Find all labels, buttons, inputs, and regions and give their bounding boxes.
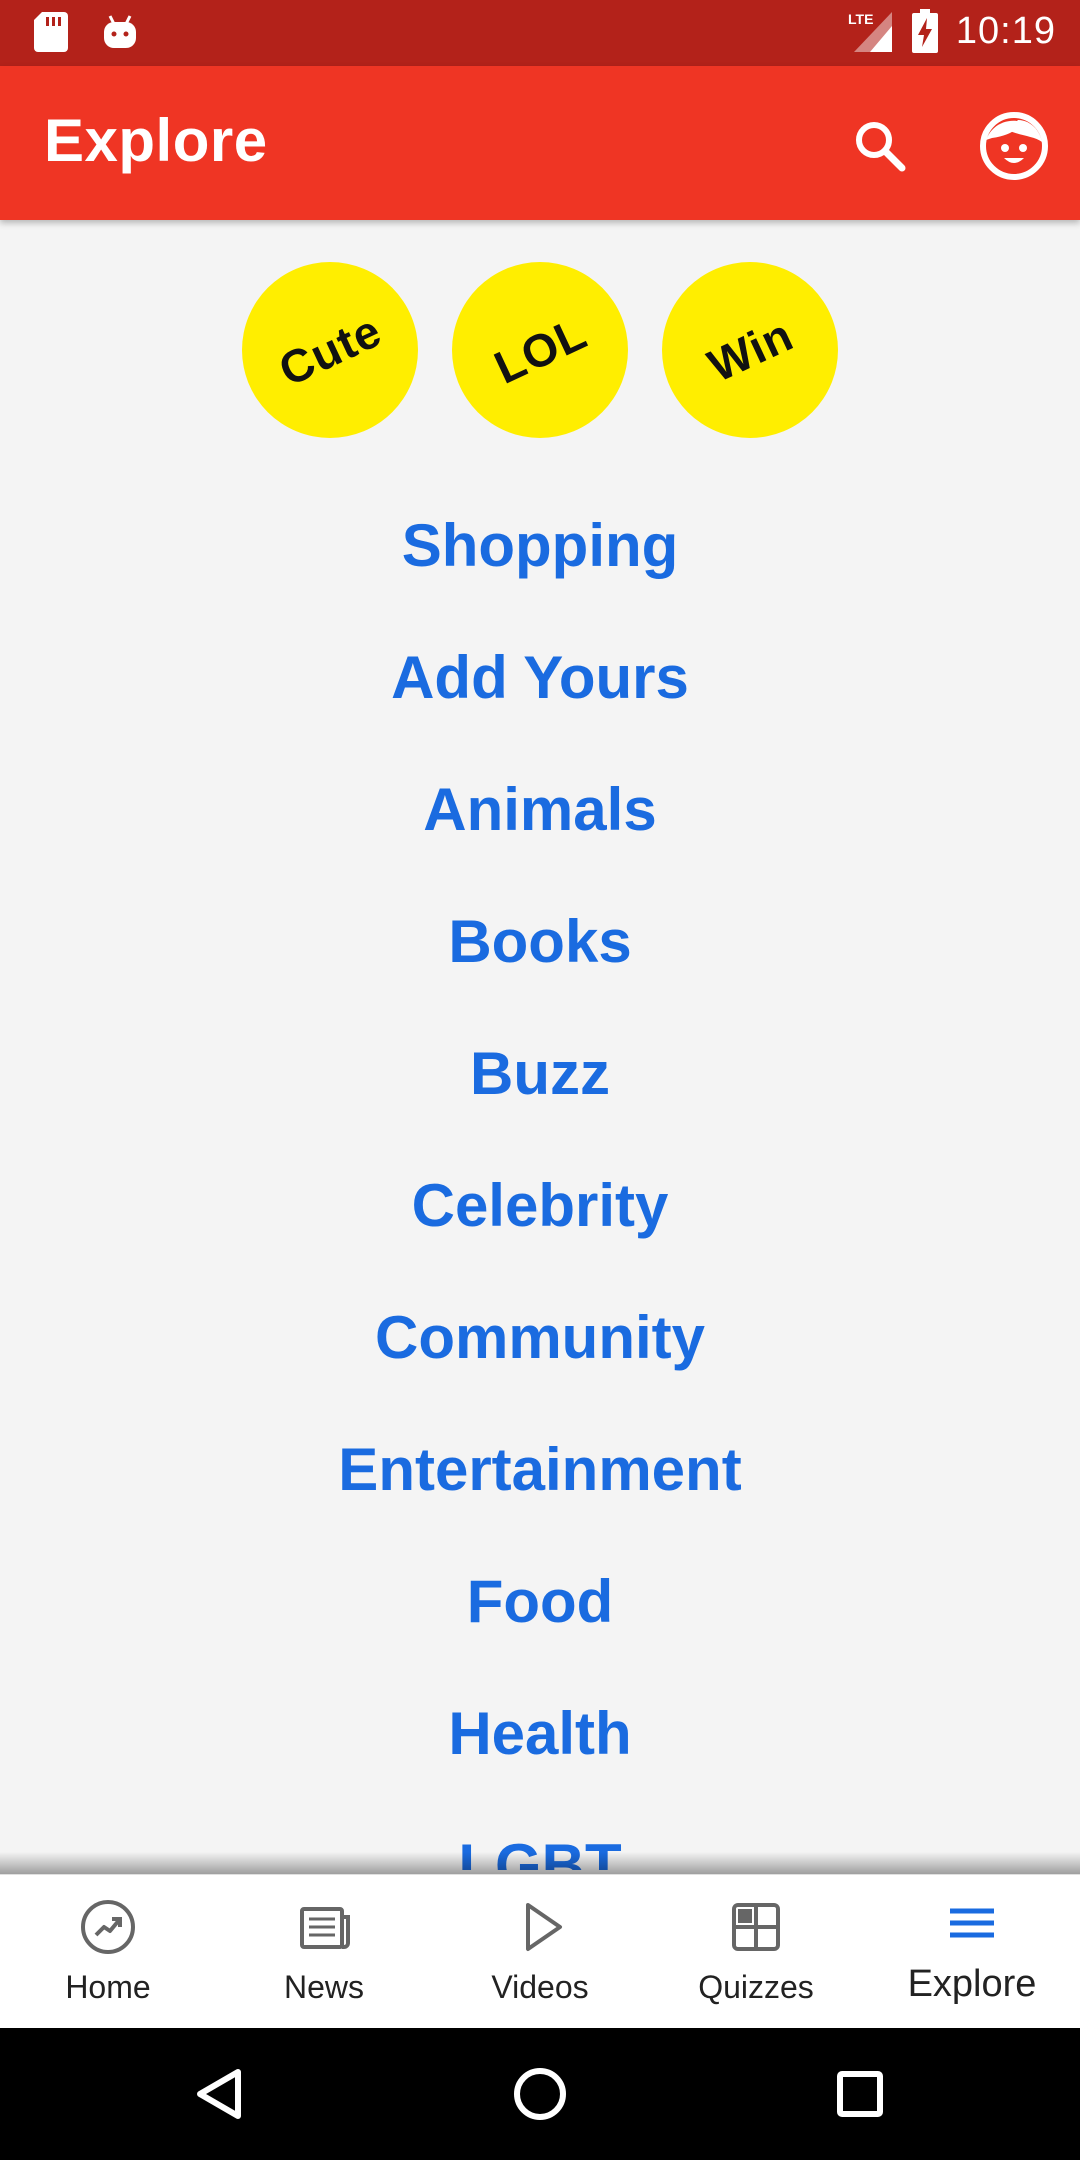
page-title: Explore — [44, 107, 268, 174]
nav-label: Explore — [907, 1963, 1037, 2005]
category-buzz[interactable]: Buzz — [0, 1008, 1080, 1140]
system-nav-bar — [0, 2028, 1080, 2160]
nav-label: Videos — [491, 1969, 589, 2005]
app-bar: Explore — [0, 66, 1080, 220]
search-icon[interactable] — [848, 114, 912, 178]
bottom-nav: Home News Videos Quizzes Explore — [0, 1874, 1080, 2028]
category-food[interactable]: Food — [0, 1536, 1080, 1668]
nav-explore[interactable]: Explore — [864, 1875, 1080, 2028]
back-icon[interactable] — [186, 2060, 254, 2128]
profile-face-icon[interactable] — [978, 110, 1050, 182]
play-icon — [526, 1903, 562, 1951]
nav-label: Quizzes — [698, 1969, 814, 2005]
newspaper-icon — [300, 1907, 350, 1949]
badge-label: Cute — [270, 303, 390, 397]
nav-label: Home — [65, 1969, 151, 2005]
category-add-yours[interactable]: Add Yours — [0, 612, 1080, 744]
category-celebrity[interactable]: Celebrity — [0, 1140, 1080, 1272]
lte-signal-icon: LTE — [848, 11, 892, 52]
category-books[interactable]: Books — [0, 876, 1080, 1008]
nav-quizzes[interactable]: Quizzes — [648, 1875, 864, 2028]
badge-label: Win — [699, 308, 801, 392]
badge-win[interactable]: Win — [662, 262, 838, 438]
badge-label: LOL — [485, 306, 595, 394]
status-bar: LTE 10:19 — [0, 0, 1080, 66]
nav-videos[interactable]: Videos — [432, 1875, 648, 2028]
category-list: Shopping Add Yours Animals Books Buzz Ce… — [0, 480, 1080, 1870]
category-entertainment[interactable]: Entertainment — [0, 1404, 1080, 1536]
recents-icon[interactable] — [826, 2060, 894, 2128]
sd-card-icon — [34, 12, 68, 52]
badge-lol[interactable]: LOL — [452, 262, 628, 438]
android-debug-icon — [104, 15, 136, 48]
category-animals[interactable]: Animals — [0, 744, 1080, 876]
reaction-badges: Cute LOL Win — [0, 262, 1080, 442]
category-community[interactable]: Community — [0, 1272, 1080, 1404]
menu-icon — [950, 1908, 994, 1938]
badge-cute[interactable]: Cute — [242, 262, 418, 438]
category-health[interactable]: Health — [0, 1668, 1080, 1800]
home-icon[interactable] — [506, 2060, 574, 2128]
quiz-grid-icon — [732, 1903, 780, 1951]
svg-text:LTE: LTE — [848, 11, 873, 27]
nav-label: News — [283, 1969, 364, 2005]
category-shopping[interactable]: Shopping — [0, 480, 1080, 612]
trending-icon — [81, 1900, 135, 1954]
nav-news[interactable]: News — [216, 1875, 432, 2028]
nav-home[interactable]: Home — [0, 1875, 216, 2028]
battery-charging-icon — [911, 9, 938, 53]
scroll-shadow — [0, 1852, 1080, 1874]
status-time: 10:19 — [955, 9, 1056, 52]
